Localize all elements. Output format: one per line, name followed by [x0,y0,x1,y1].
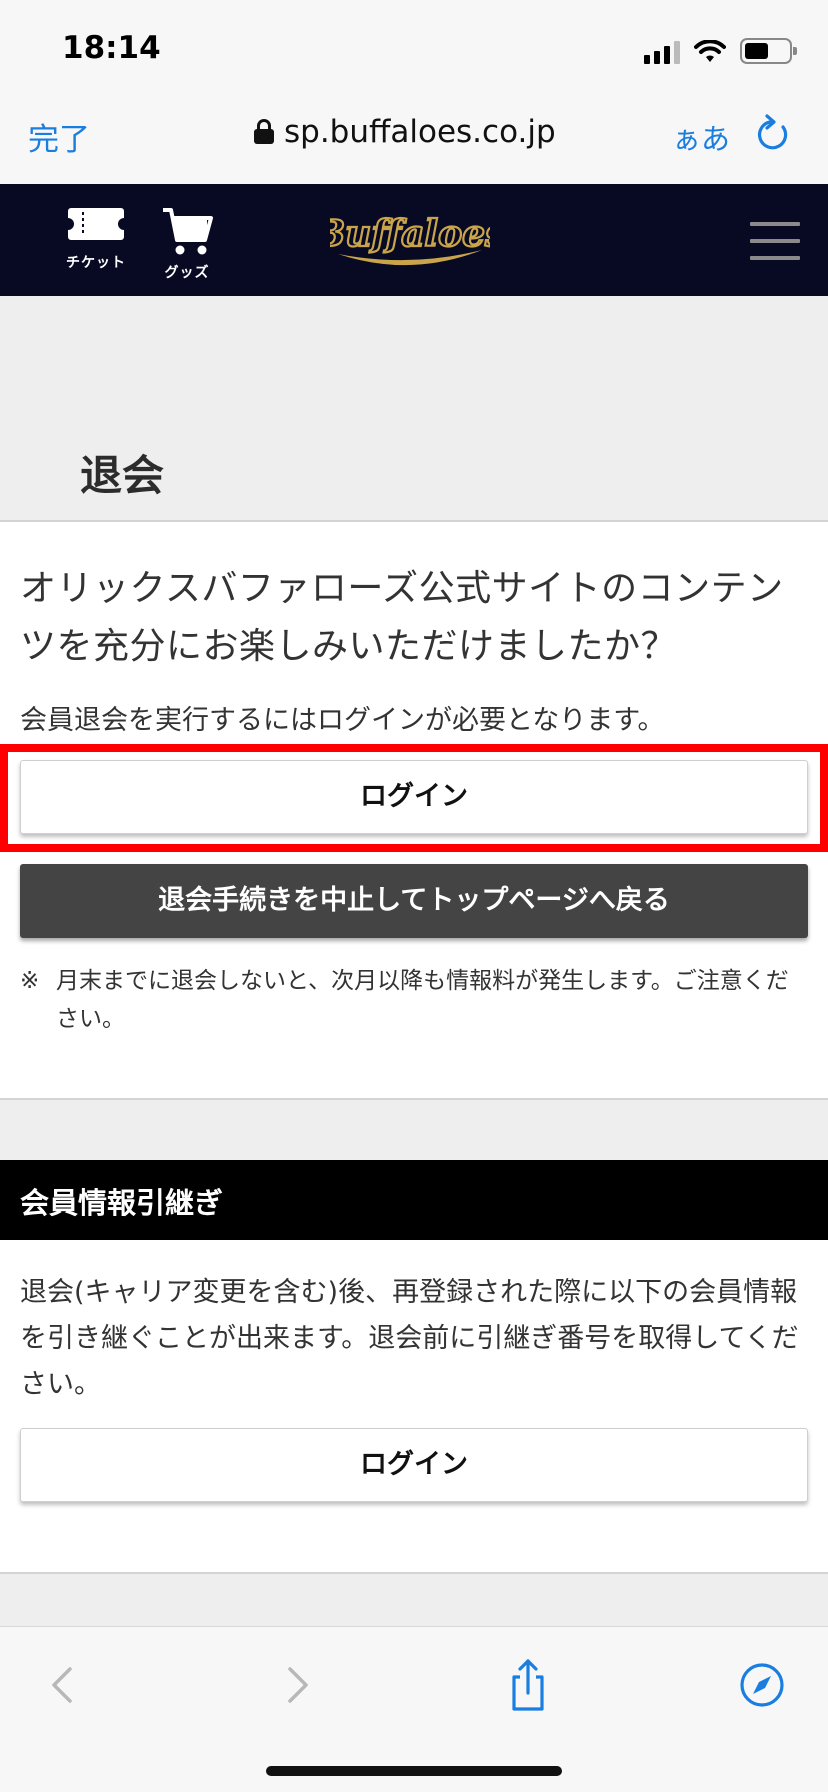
address-field[interactable]: sp.buffaloes.co.jp [254,114,556,150]
battery-icon [740,38,797,64]
site-header: チケット グッズ Buffaloes [0,184,828,296]
goods-label: グッズ [164,265,210,281]
satisfaction-question: オリックスバファローズ公式サイトのコンテンツを充分にお楽しみいただけましたか？ [20,568,784,667]
login-notice: 会員退会を実行するにはログインが必要となります。 [20,705,665,736]
transfer-section-title: 会員情報引継ぎ [20,1186,224,1220]
section-divider [0,1098,828,1160]
status-time: 18:14 [62,30,161,66]
transfer-description: 退会(キャリア変更を含む)後、再登録された際に以下の会員情報を引き継ぐことが出来… [20,1277,799,1400]
withdraw-section: オリックスバファローズ公式サイトのコンテンツを充分にお楽しみいただけましたか？ … [0,522,828,1098]
share-icon[interactable] [498,1655,558,1715]
status-icons [644,36,797,64]
done-button[interactable]: 完了 [28,114,90,159]
transfer-section-header: 会員情報引継ぎ [0,1160,828,1240]
title-area: 退会 [0,296,828,522]
back-icon[interactable] [34,1655,94,1715]
login-button[interactable]: ログイン [20,760,808,834]
lock-icon [254,119,274,145]
compass-icon[interactable] [732,1655,792,1715]
wifi-icon [694,40,726,62]
ticket-label: チケット [66,255,126,271]
footnote-text: 月末までに退会しないと、次月以降も情報料が発生します。ご注意ください。 [56,968,789,1032]
footnote: ※ 月末までに退会しないと、次月以降も情報料が発生します。ご注意ください。 [20,962,810,1038]
buffaloes-logo[interactable]: Buffaloes [330,202,490,278]
svg-text:Buffaloes: Buffaloes [330,213,490,255]
cancel-withdrawal-button[interactable]: 退会手続きを中止してトップページへ戻る [20,864,808,938]
transfer-login-button[interactable]: ログイン [20,1428,808,1502]
page-title: 退会 [80,451,165,500]
goods-button[interactable]: グッズ [147,206,227,282]
status-bar: 18:14 [0,0,828,100]
ticket-icon [68,208,124,240]
browser-url-bar: 完了 sp.buffaloes.co.jp ぁあ [0,100,828,184]
cart-icon [163,208,213,255]
menu-icon[interactable] [750,222,800,262]
ticket-button[interactable]: チケット [56,206,136,272]
cellular-signal-icon [644,40,680,64]
forward-icon[interactable] [266,1655,326,1715]
home-indicator [266,1766,562,1776]
transfer-section: 退会(キャリア変更を含む)後、再登録された際に以下の会員情報を引き継ぐことが出来… [0,1240,828,1572]
url-text: sp.buffaloes.co.jp [284,114,556,150]
text-size-button[interactable]: ぁあ [672,116,730,158]
section-divider-bottom [0,1572,828,1626]
footnote-mark: ※ [20,968,40,994]
reload-icon[interactable] [756,114,790,152]
